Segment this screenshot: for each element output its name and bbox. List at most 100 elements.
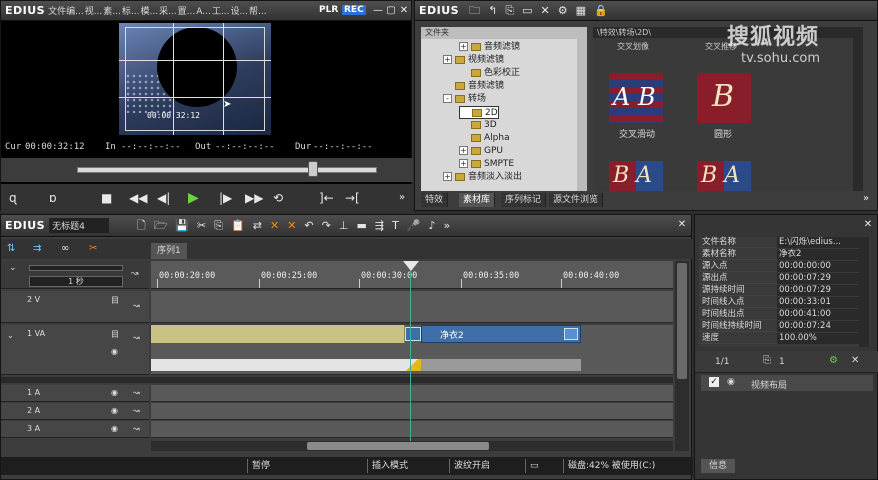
step-forward-icon[interactable]: |▶ (219, 188, 232, 208)
tree-scrollbar[interactable] (577, 39, 587, 191)
fast-forward-icon[interactable]: ▶▶ (245, 188, 263, 208)
library-tab[interactable]: 素材库 (459, 193, 496, 207)
title-icon[interactable]: T (392, 216, 399, 236)
properties-icon[interactable]: ⚙ (558, 1, 568, 20)
tree-item[interactable]: + SMPTE (459, 158, 514, 171)
status-insert-mode[interactable]: 插入模式 (367, 459, 408, 473)
audio-track-lane[interactable] (151, 421, 673, 438)
cut-icon[interactable]: ✂ (197, 216, 206, 236)
menu-item[interactable]: 素... (103, 7, 121, 17)
expand-icon[interactable]: + (459, 42, 468, 51)
menu-item[interactable]: 帮... (249, 7, 267, 17)
track-head-2v[interactable]: 2 V 目 ↝ (1, 291, 149, 323)
video-toggle-icon[interactable]: 目 (111, 295, 119, 306)
undo-icon[interactable]: ↶ (304, 216, 313, 236)
track-mode-icon[interactable]: ↝ (133, 424, 140, 433)
library-tab[interactable]: 序列标记 (501, 193, 547, 207)
tree-item[interactable]: 3D (459, 119, 497, 132)
expand-icon[interactable]: + (443, 172, 452, 181)
stop-icon[interactable]: ■ (101, 188, 112, 208)
track-head-audio[interactable]: 1 A ◉ ↝ (1, 385, 149, 402)
more-icon[interactable]: » (399, 188, 405, 208)
rec-button[interactable]: REC (342, 5, 366, 15)
menu-item[interactable]: 置... (178, 7, 196, 17)
folder-icon[interactable]: 🗀 (469, 1, 480, 20)
step-back-icon[interactable]: ◀| (157, 188, 170, 208)
tree-item[interactable]: 色彩校正 (459, 67, 520, 80)
audio-clip-2[interactable] (421, 359, 581, 371)
audio-toggle-icon[interactable]: ◉ (111, 388, 118, 397)
library-tab[interactable]: 特效 (421, 193, 449, 207)
audio-track-lane[interactable] (151, 385, 673, 402)
minimize-icon[interactable]: — (371, 4, 385, 18)
rewind-icon[interactable]: ◀◀ (129, 188, 147, 208)
menu-item[interactable]: 视... (85, 7, 103, 17)
layer-checkbox[interactable]: ✓ (709, 377, 719, 387)
expand-icon[interactable]: - (443, 94, 452, 103)
menu-item[interactable]: 模... (140, 7, 158, 17)
effect-item-4[interactable]: B A (697, 161, 753, 191)
timeline-more-icon[interactable]: » (444, 216, 451, 236)
audio-toggle-icon[interactable]: ◉ (111, 406, 118, 415)
up-icon[interactable]: ↰ (488, 1, 497, 20)
library-tab[interactable]: 源文件浏览 (549, 193, 604, 207)
insert-icon[interactable]: ]← (319, 188, 334, 208)
open-project-icon[interactable]: 🗁 (154, 216, 168, 236)
hscroll-thumb[interactable] (307, 442, 489, 450)
tree-item[interactable]: 音频滤镜 (443, 80, 504, 93)
loop-icon[interactable]: ⟲ (273, 188, 283, 208)
browser-scrollbar[interactable] (853, 38, 863, 191)
link-icon[interactable]: ∞ (61, 239, 69, 259)
overwrite-icon[interactable]: →[ (345, 188, 360, 208)
scrub-track[interactable] (77, 167, 377, 173)
effect-item-3[interactable]: B A (609, 161, 665, 191)
status-ripple[interactable]: 波纹开启 (449, 459, 490, 473)
expand-icon[interactable]: + (459, 159, 468, 168)
clip-2[interactable]: 净衣2 (421, 325, 581, 343)
sequence-tab[interactable]: 序列1 (151, 243, 187, 259)
ripple-delete-icon[interactable]: ✕ (287, 216, 296, 236)
expand-icon[interactable]: + (443, 55, 452, 64)
horizontal-scrollbar[interactable] (151, 441, 673, 451)
layer-visible-icon[interactable]: ◉ (727, 377, 735, 387)
info-scrollbar[interactable] (859, 237, 869, 347)
new-project-icon[interactable]: 🗋 (137, 216, 146, 236)
tree-item[interactable]: - 转场 (443, 93, 486, 106)
status-monitor-icon[interactable]: ▭ (525, 459, 561, 473)
tree-item[interactable]: + GPU (459, 145, 503, 158)
track-head-audio[interactable]: 2 A ◉ ↝ (1, 403, 149, 420)
set-in-icon[interactable]: ɋ (9, 188, 17, 208)
track-mode-icon[interactable]: ↝ (133, 406, 140, 415)
info-tab[interactable]: 信息 (701, 459, 736, 473)
audio-mixer-icon[interactable]: ♪ (429, 216, 436, 236)
info-close-icon[interactable]: ✕ (861, 218, 875, 232)
menu-item[interactable]: 工... (212, 7, 230, 17)
voiceover-icon[interactable]: 🎤 (407, 216, 421, 236)
maximize-icon[interactable]: ▢ (384, 4, 398, 18)
sync-mode-icon[interactable]: ⇉ (33, 239, 41, 259)
add-cut-icon[interactable]: ⊥ (339, 216, 349, 236)
menu-item[interactable]: 采... (159, 7, 177, 17)
audio-clip-1[interactable] (151, 359, 403, 371)
menu-item[interactable]: 文件编... (48, 7, 84, 17)
paste-icon[interactable]: 📋 (231, 216, 245, 236)
plr-label[interactable]: PLR (319, 5, 338, 15)
layer-row[interactable]: ✓ ◉ 视频布局 (701, 375, 873, 391)
tree-item[interactable]: + 音频滤镜 (459, 41, 520, 54)
sync-icon[interactable]: ⇶ (375, 216, 384, 236)
track-mode-icon[interactable]: ⇅ (7, 239, 15, 259)
tree-item[interactable]: Alpha (459, 132, 510, 145)
expand-icon[interactable]: + (459, 146, 468, 155)
track-head-1va[interactable]: ⌄ 1 VA 目 ◉ ↝ (1, 325, 149, 375)
track-head-audio[interactable]: 3 A ◉ ↝ (1, 421, 149, 438)
effect-item-slide[interactable]: A B 交叉滑动 (607, 73, 667, 143)
collapse-icon[interactable]: ⌄ (9, 263, 17, 273)
redo-icon[interactable]: ↷ (322, 216, 331, 236)
menu-item[interactable]: 标... (122, 7, 140, 17)
video-toggle-icon[interactable]: 目 (111, 329, 119, 340)
open-icon[interactable]: ▭ (522, 1, 532, 20)
clip-1[interactable] (151, 325, 405, 343)
render-icon[interactable]: ▬ (356, 216, 366, 236)
track-expand-icon[interactable]: ⌄ (7, 331, 14, 340)
layer-settings-icon[interactable]: ⚙ (829, 355, 838, 366)
